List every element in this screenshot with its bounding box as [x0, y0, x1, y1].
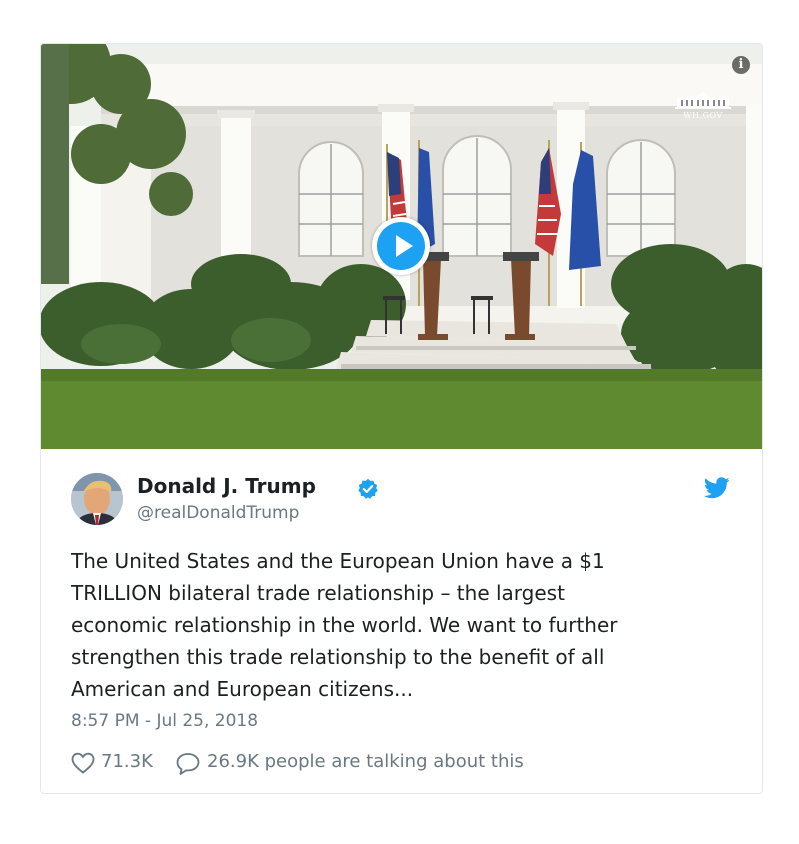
- whitehouse-building-icon: [675, 92, 731, 109]
- verified-badge-icon: [358, 478, 378, 499]
- whitehouse-logo: WH.GOV: [673, 90, 733, 122]
- video-thumbnail[interactable]: i WH.GOV: [41, 44, 762, 449]
- speech-bubble-icon: [176, 753, 200, 775]
- author-handle[interactable]: @realDonaldTrump: [137, 503, 299, 523]
- like-count: 71.3K: [101, 751, 153, 772]
- whitehouse-logo-text: WH.GOV: [683, 111, 723, 120]
- tweet-body: Donald J. Trump @realDonaldTrump The Uni…: [41, 449, 762, 793]
- embedded-tweet-card: i WH.GOV Donald J. Trump @realDonaldTrum…: [40, 43, 763, 794]
- play-button[interactable]: [372, 217, 430, 275]
- info-icon[interactable]: i: [732, 56, 750, 74]
- avatar[interactable]: [71, 473, 123, 525]
- heart-icon: [71, 752, 95, 774]
- talking-count: 26.9K people are talking about this: [207, 751, 524, 772]
- avatar-portrait: [71, 473, 123, 525]
- author-name[interactable]: Donald J. Trump: [137, 474, 316, 498]
- play-icon: [396, 235, 413, 257]
- twitter-bird-icon[interactable]: [704, 477, 730, 499]
- tweet-text: The United States and the European Union…: [71, 549, 618, 701]
- tweet-timestamp[interactable]: 8:57 PM - Jul 25, 2018: [71, 711, 258, 731]
- play-button-circle: [377, 222, 425, 270]
